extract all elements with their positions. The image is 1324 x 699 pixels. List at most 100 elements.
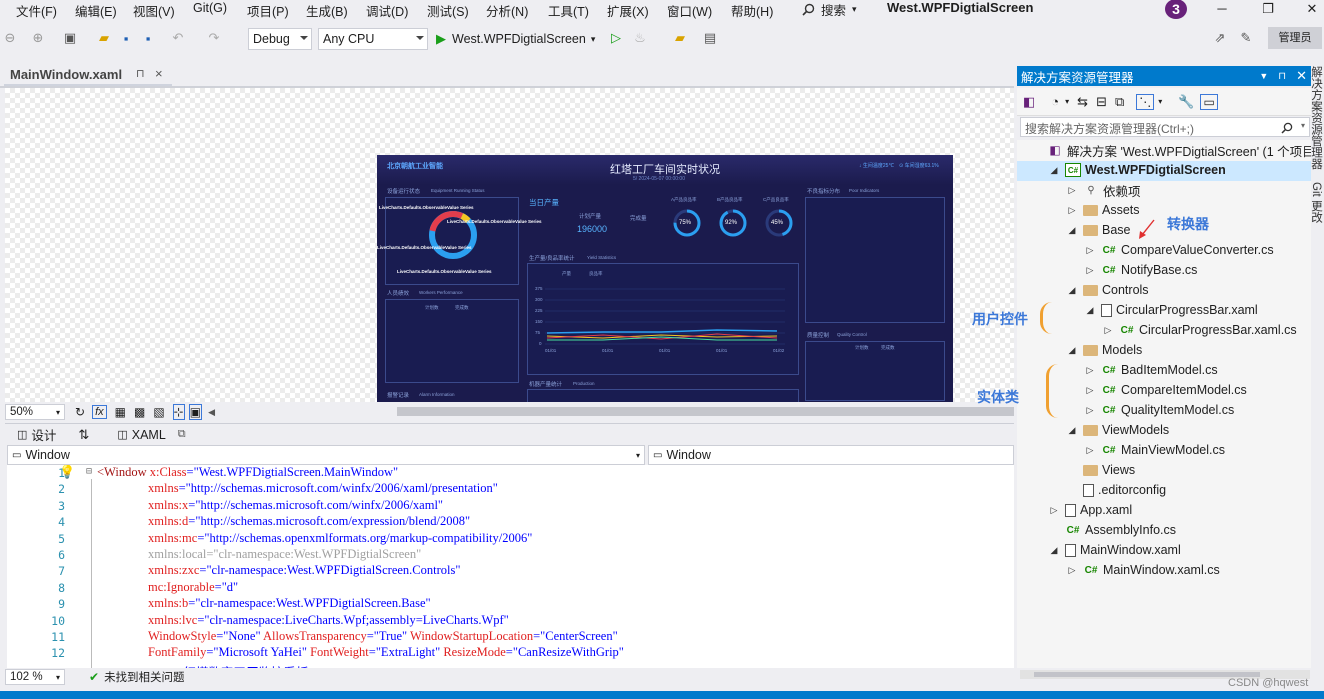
device-icon[interactable]: ▣ [188,404,203,420]
menu-file[interactable]: 文件(F) [16,1,57,20]
save-icon[interactable]: ▪ [116,28,136,48]
tree-node[interactable]: ▷ C# CompareItemModel.cs [1085,380,1247,400]
lightbulb-icon[interactable]: 💡 [59,465,75,480]
tree-node[interactable]: ◢ MainWindow.xaml [1049,540,1181,560]
code-line[interactable]: WindowStyle="None" AllowsTransparency="T… [148,629,618,644]
feedback-icon[interactable]: ✎ [1236,28,1256,48]
tree-node[interactable]: ◢ ViewModels [1067,420,1170,440]
start-without-debug-icon[interactable]: ▷ [606,28,626,48]
code-line[interactable]: xmlns:zxc="clr-namespace:West.WPFDigtial… [148,563,460,578]
expanded-icon[interactable]: ◢ [1049,165,1059,176]
collapsed-icon[interactable]: ▷ [1085,445,1095,456]
tree-node[interactable]: C# AssemblyInfo.cs [1049,520,1176,540]
preview-icon[interactable]: ▭ [1200,93,1218,110]
pin-icon[interactable]: ⊓ [1278,71,1286,82]
menu-project[interactable]: 项目(P) [247,1,289,20]
layout-icon[interactable]: ▤ [700,28,720,48]
refresh-icon[interactable]: ↻ [75,405,85,419]
tree-node[interactable]: Views [1067,460,1135,480]
editor-zoom-select[interactable]: 102 % ▾ [5,669,65,685]
code-line[interactable]: xmlns:x="http://schemas.microsoft.com/wi… [148,498,443,513]
collapse-icon[interactable]: ⊟ [86,466,92,477]
popout-icon[interactable]: ⧉ [178,428,186,441]
code-line[interactable]: xmlns:b="clr-namespace:West.WPFDigtialSc… [148,596,431,611]
sync-icon[interactable]: ⇆ [1077,94,1088,110]
menu-git[interactable]: Git(G) [193,1,227,15]
share-icon[interactable]: ⇗ [1210,28,1230,48]
tree-node[interactable]: ▷ C# CircularProgressBar.xaml.cs [1103,320,1297,340]
collapsed-icon[interactable]: ▷ [1067,565,1077,576]
swap-panes-icon[interactable]: ⇅ [78,427,89,443]
side-tab-solution-explorer[interactable]: 解决方案资源管理器 [1310,66,1324,170]
effects-icon[interactable]: ▧ [153,405,164,419]
expanded-icon[interactable]: ◢ [1085,305,1095,316]
collapsed-icon[interactable]: ▷ [1085,405,1095,416]
admin-badge[interactable]: 管理员 [1268,27,1322,49]
chevron-down-icon[interactable]: ▾ [1158,97,1162,106]
tree-node[interactable]: ▷ C# QualityItemModel.cs [1085,400,1235,420]
collapsed-icon[interactable]: ▷ [1085,265,1095,276]
history-icon[interactable]: ◔ [1051,94,1059,109]
config-select[interactable]: Debug [248,28,312,50]
tree-view-icon[interactable]: ⋱ [1136,93,1155,110]
element-nav-left[interactable]: ▭ Window ▾ [7,445,645,465]
menu-help[interactable]: 帮助(H) [731,1,773,20]
chevron-down-icon[interactable]: ▾ [1065,97,1069,106]
restore-icon[interactable]: ❐ [1256,0,1280,18]
menu-edit[interactable]: 编辑(E) [75,1,117,20]
new-project-icon[interactable]: ▣ [60,28,80,48]
snap-lines-icon[interactable]: ⊹ [172,404,185,420]
expanded-icon[interactable]: ◢ [1067,225,1077,236]
dropdown-icon[interactable]: ▼ [1259,71,1268,81]
menu-tools[interactable]: 工具(T) [548,1,589,20]
fx-icon[interactable]: fx [92,405,107,419]
tree-node[interactable]: ▷ C# CompareValueConverter.cs [1085,240,1274,260]
expanded-icon[interactable]: ◢ [1067,285,1077,296]
side-tab-git-changes[interactable]: Git 更改 [1310,182,1324,223]
element-nav-right[interactable]: ▭ Window [648,445,1014,465]
tree-node[interactable]: ◢ Base [1067,220,1131,240]
tab-design[interactable]: 设计 [31,425,56,444]
code-line[interactable]: xmlns:mc="http://schemas.openxmlformats.… [148,531,532,546]
tree-node[interactable]: ▷ C# MainViewModel.cs [1085,440,1225,460]
wrench-icon[interactable]: 🔧 [1178,94,1194,110]
grid-icon[interactable]: ▦ [115,405,126,419]
platform-select[interactable]: Any CPU [318,28,428,50]
menu-analyze[interactable]: 分析(N) [486,1,528,20]
code-line[interactable]: xmlns:d="http://schemas.microsoft.com/ex… [148,514,470,529]
tree-node[interactable]: ◢ C# West.WPFDigtialScreen [1049,160,1226,180]
collapsed-icon[interactable]: ▷ [1085,245,1095,256]
scrollbar-thumb[interactable] [1034,672,1260,677]
tree-node[interactable]: ◢ CircularProgressBar.xaml [1085,300,1258,320]
tree-node[interactable]: ◢ Models [1067,340,1143,360]
run-button[interactable]: ▶ West.WPFDigtialScreen ▾ [436,28,595,50]
tree-node[interactable]: ◧ 解决方案 'West.WPFDigtialScreen' (1 个项目， [1031,140,1311,160]
collapse-all-icon[interactable]: ⊟ [1096,94,1107,110]
collapsed-icon[interactable]: ▷ [1085,365,1095,376]
collapsed-icon[interactable]: ▷ [1049,505,1059,516]
redo-icon[interactable]: ↷ [204,28,224,48]
show-all-files-icon[interactable]: ⧉ [1115,94,1124,110]
close-tab-icon[interactable]: × [155,66,163,81]
notification-badge[interactable]: 3 [1165,0,1187,19]
collapsed-icon[interactable]: ▷ [1067,185,1077,196]
code-line[interactable]: mc:Ignorable="d" [148,580,238,595]
expanded-icon[interactable]: ◢ [1067,345,1077,356]
tree-node[interactable]: ▷ C# BadItemModel.cs [1085,360,1218,380]
menu-test[interactable]: 测试(S) [427,1,469,20]
menu-window[interactable]: 窗口(W) [667,1,712,20]
tree-node[interactable]: ▷ C# NotifyBase.cs [1085,260,1198,280]
pin-icon[interactable]: ⊓ [136,67,145,80]
close-icon[interactable]: ✕ [1296,68,1307,84]
tab-xaml[interactable]: XAML [132,428,166,442]
save-all-icon[interactable]: ▪ [138,28,158,48]
search-button[interactable]: 搜索 ▾ [802,0,857,18]
tree-node[interactable]: ▷ App.xaml [1049,500,1133,520]
back-icon[interactable]: ⊖ [0,28,20,48]
expanded-icon[interactable]: ◢ [1049,545,1059,556]
tree-node[interactable]: ▷ C# MainWindow.xaml.cs [1067,560,1220,580]
expanded-icon[interactable]: ◢ [1067,425,1077,436]
vs-icon[interactable]: ◧ [1023,94,1035,110]
collapsed-icon[interactable]: ▷ [1103,325,1113,336]
designer-scrollbar[interactable] [397,407,1014,416]
